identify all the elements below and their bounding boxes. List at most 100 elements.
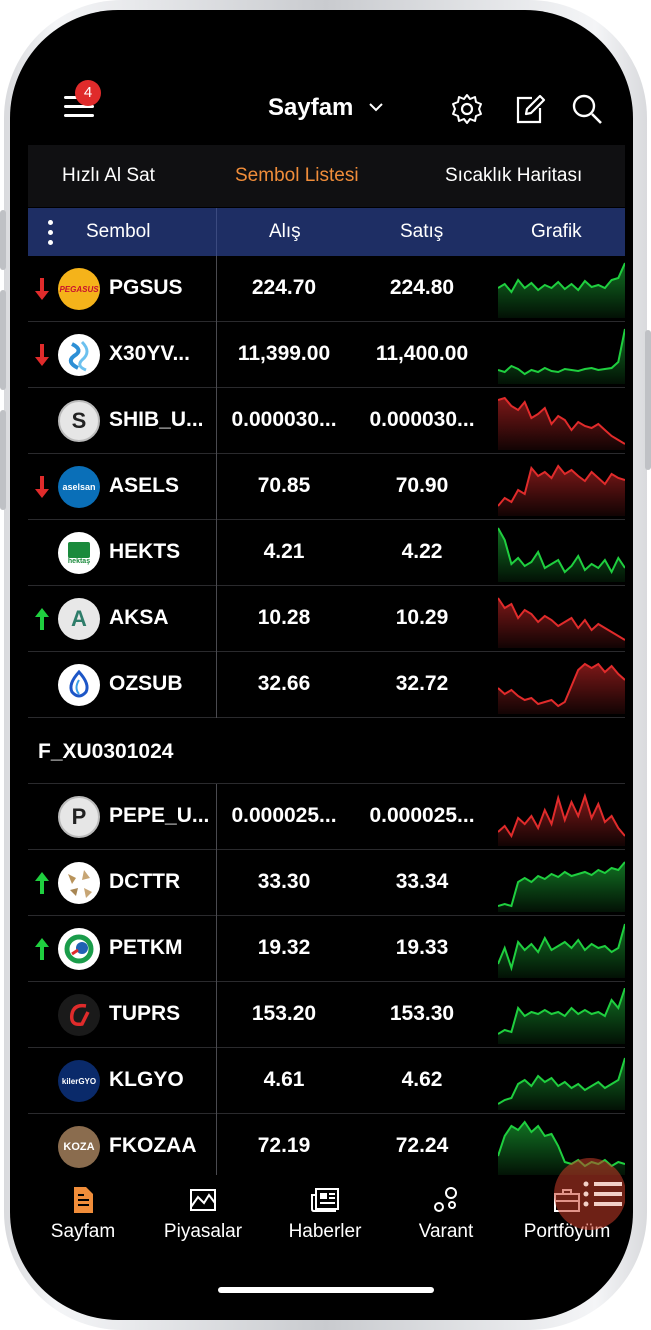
table-row[interactable]: kilerGYO KLGYO 4.61 4.62	[28, 1048, 625, 1114]
nav-label: Piyasalar	[163, 1221, 243, 1242]
chevron-down-icon[interactable]	[368, 102, 384, 112]
column-symbol[interactable]: Sembol	[86, 221, 150, 243]
sparkline-chart	[498, 1057, 625, 1110]
table-row[interactable]: aselsan ASELS 70.85 70.90	[28, 454, 625, 520]
table-row[interactable]: P PEPE_U... 0.000025... 0.000025...	[28, 784, 625, 850]
table-row[interactable]: TUPRS 153.20 153.30	[28, 982, 625, 1048]
tab-quick-trade[interactable]: Hızlı Al Sat	[62, 165, 155, 187]
row-divider	[216, 520, 217, 586]
koza-logo: KOZA	[58, 1126, 100, 1168]
arrow-up-icon	[35, 608, 49, 630]
sparkline-chart	[498, 328, 625, 384]
home-indicator	[218, 1287, 434, 1293]
tab-bar: Hızlı Al Sat Sembol Listesi Sıcaklık Har…	[28, 145, 625, 207]
table-row[interactable]: hektaş HEKTS 4.21 4.22	[28, 520, 625, 586]
column-divider	[216, 208, 217, 256]
nav-haberler[interactable]: Haberler	[270, 1185, 380, 1243]
bottom-navigation: Sayfam Piyasalar Haberler Varant Portföy…	[28, 1175, 625, 1300]
row-divider	[216, 652, 217, 718]
table-row[interactable]: OZSUB 32.66 32.72	[28, 652, 625, 718]
logo-text: P	[71, 804, 87, 829]
row-divider	[216, 1114, 217, 1180]
nav-sayfam[interactable]: Sayfam	[28, 1185, 138, 1243]
nav-piyasalar[interactable]: Piyasalar	[148, 1185, 258, 1243]
column-ask[interactable]: Satış	[400, 221, 443, 243]
bid-price: 32.66	[257, 672, 311, 695]
logo-text: aselsan	[62, 482, 96, 492]
notification-badge: 4	[75, 80, 101, 106]
table-row[interactable]: DCTTR 33.30 33.34	[28, 850, 625, 916]
nav-varant[interactable]: Varant	[391, 1185, 501, 1243]
column-bid[interactable]: Alış	[269, 221, 301, 243]
market-icon	[190, 1189, 216, 1211]
bid-price: 224.70	[251, 276, 317, 299]
column-chart[interactable]: Grafik	[531, 221, 582, 243]
row-divider	[216, 256, 217, 322]
arrow-down-icon	[35, 476, 49, 498]
row-divider	[216, 1048, 217, 1114]
table-row[interactable]: PEGASUS PGSUS 224.70 224.80	[28, 256, 625, 322]
search-icon[interactable]	[570, 92, 604, 126]
floating-menu-button[interactable]	[554, 1158, 625, 1230]
symbol-name: X30YV...	[109, 342, 190, 365]
bid-price: 10.28	[257, 606, 311, 629]
page-title[interactable]: Sayfam	[268, 94, 353, 122]
arrow-down-icon	[35, 278, 49, 300]
bid-price: 4.21	[263, 540, 305, 563]
row-divider	[216, 454, 217, 520]
gear-icon[interactable]	[450, 92, 484, 126]
sparkline-chart	[498, 792, 625, 846]
group-header[interactable]: F_XU0301024	[28, 718, 625, 784]
tab-heatmap[interactable]: Sıcaklık Haritası	[445, 165, 582, 187]
table-row[interactable]: PETKM 19.32 19.33	[28, 916, 625, 982]
arrow-down-icon	[35, 344, 49, 366]
sparkline-chart	[498, 396, 625, 450]
row-divider	[216, 850, 217, 916]
sparkline-chart	[498, 527, 625, 582]
bid-price: 0.000030...	[231, 408, 337, 431]
bid-price: 11,399.00	[237, 342, 331, 365]
row-divider	[216, 982, 217, 1048]
dcttr-logo	[58, 862, 100, 904]
ask-price: 11,400.00	[375, 342, 469, 365]
arrow-up-icon	[35, 872, 49, 894]
bid-price: 72.19	[257, 1134, 311, 1157]
bid-price: 33.30	[257, 870, 311, 893]
sparkline-chart	[498, 262, 625, 318]
ask-price: 224.80	[389, 276, 455, 299]
ask-price: 4.22	[401, 540, 443, 563]
logo-text: KOZA	[63, 1141, 95, 1153]
sparkline-chart	[498, 861, 625, 912]
tab-symbol-list[interactable]: Sembol Listesi	[235, 165, 359, 187]
ask-price: 153.30	[389, 1002, 455, 1025]
ask-price: 19.33	[395, 936, 449, 959]
ask-price: 33.34	[395, 870, 449, 893]
symbol-name: OZSUB	[109, 672, 183, 695]
petkm-logo	[58, 928, 100, 970]
sparkline-chart	[498, 464, 625, 516]
bid-price: 70.85	[257, 474, 311, 497]
symbol-name: ASELS	[109, 474, 180, 497]
logo-text: PEGASUS	[59, 284, 99, 294]
side-button-left-3	[0, 410, 6, 510]
row-divider	[216, 388, 217, 454]
nav-label: Varant	[418, 1221, 474, 1242]
hektas-logo: hektaş	[58, 532, 100, 574]
column-header: Sembol Alış Satış Grafik	[28, 208, 625, 256]
table-row[interactable]: A AKSA 10.28 10.29	[28, 586, 625, 652]
table-row[interactable]: KOZA FKOZAA 72.19 72.24	[28, 1114, 625, 1180]
arrow-up-icon	[35, 938, 49, 960]
ask-price: 0.000025...	[369, 804, 475, 827]
side-button-left	[0, 210, 6, 270]
bid-price: 153.20	[251, 1002, 317, 1025]
pegasus-logo: PEGASUS	[58, 268, 100, 310]
list-icon	[583, 1181, 622, 1207]
row-divider	[216, 784, 217, 850]
p-logo: P	[58, 796, 100, 838]
symbol-name: KLGYO	[109, 1068, 184, 1091]
edit-icon[interactable]	[512, 92, 546, 126]
side-button-left-2	[0, 290, 6, 390]
more-options-icon[interactable]	[48, 220, 54, 246]
table-row[interactable]: X30YV... 11,399.00 11,400.00	[28, 322, 625, 388]
table-row[interactable]: S SHIB_U... 0.000030... 0.000030...	[28, 388, 625, 454]
